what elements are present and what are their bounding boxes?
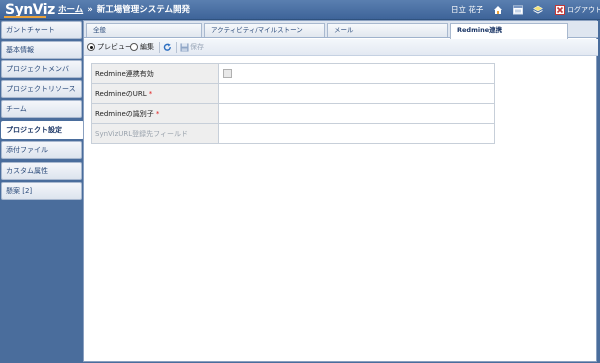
sidebar: ガントチャート 基本情報 プロジェクトメンバ プロジェクトリソース チーム プロ…: [0, 20, 84, 363]
redmine-enabled-cell: [218, 63, 495, 84]
toolbar-divider: [159, 42, 160, 53]
toolbar: プレビュー 編集 保存: [84, 39, 598, 56]
page-title: 新工場管理システム開発: [96, 5, 190, 15]
synviz-url-field-label: SynVizURL登録先フィールド: [91, 123, 219, 144]
app-header: SynViz ホーム» 新工場管理システム開発 日立 花子 ログアウト: [0, 0, 600, 20]
preview-label: プレビュー: [97, 43, 132, 51]
form-row-redmine-identifier: Redmineの識別子 *: [91, 103, 495, 124]
user-name: 日立 花子: [451, 5, 484, 14]
breadcrumb: ホーム » 新工場管理システム開発: [58, 0, 190, 20]
home-icon[interactable]: [493, 5, 503, 15]
redmine-identifier-label-text: Redmineの識別子: [95, 109, 154, 118]
form-row-synviz-url-field: SynVizURL登録先フィールド: [91, 123, 495, 144]
tab-redmine-integration[interactable]: Redmine連携: [450, 23, 568, 39]
form-row-redmine-url: RedmineのURL *: [91, 83, 495, 104]
redmine-url-label: RedmineのURL *: [91, 83, 219, 104]
required-mark: *: [148, 89, 153, 98]
synviz-url-field-value[interactable]: [218, 123, 495, 144]
redmine-identifier-label: Redmineの識別子 *: [91, 103, 219, 124]
sidebar-item-issues[interactable]: 懸案 [2]: [1, 182, 82, 200]
sidebar-item-project-resources[interactable]: プロジェクトリソース: [1, 80, 82, 98]
breadcrumb-home-link[interactable]: ホーム: [58, 5, 83, 15]
redmine-identifier-field[interactable]: [218, 103, 495, 124]
main-panel: 全般 アクティビティ/マイルストーン メール Redmine連携 プレビュー 編…: [83, 20, 598, 362]
redmine-url-field[interactable]: [218, 83, 495, 104]
tab-general[interactable]: 全般: [86, 23, 202, 37]
logo-underline: [4, 16, 46, 18]
breadcrumb-separator: »: [87, 5, 93, 15]
edit-radio[interactable]: [130, 43, 138, 51]
sidebar-item-project-settings[interactable]: プロジェクト設定: [1, 121, 84, 139]
layers-icon[interactable]: [533, 5, 543, 15]
refresh-icon[interactable]: [163, 43, 172, 52]
sidebar-item-custom-attributes[interactable]: カスタム属性: [1, 162, 82, 180]
save-icon[interactable]: [180, 43, 189, 52]
logout-icon[interactable]: [555, 5, 565, 15]
required-mark: *: [155, 109, 160, 118]
edit-label: 編集: [140, 43, 154, 51]
redmine-settings-form: Redmine連携有効 RedmineのURL * Redmineの識別子 * Sy…: [91, 63, 495, 144]
sidebar-item-project-members[interactable]: プロジェクトメンバ: [1, 60, 82, 78]
redmine-enabled-label-text: Redmine連携有効: [95, 69, 154, 78]
redmine-url-label-text: RedmineのURL: [95, 89, 147, 98]
window-icon[interactable]: [513, 5, 523, 15]
tab-activity-milestone[interactable]: アクティビティ/マイルストーン: [204, 23, 325, 37]
sidebar-item-gantt-chart[interactable]: ガントチャート: [1, 21, 82, 39]
preview-radio[interactable]: [87, 43, 95, 51]
tab-mail[interactable]: メール: [327, 23, 448, 37]
tab-bar: 全般 アクティビティ/マイルストーン メール Redmine連携: [84, 21, 598, 39]
redmine-enabled-label: Redmine連携有効: [91, 63, 219, 84]
sidebar-item-team[interactable]: チーム: [1, 100, 82, 118]
toolbar-divider-2: [176, 42, 177, 53]
sidebar-item-attachments[interactable]: 添付ファイル: [1, 141, 82, 159]
logout-link[interactable]: ログアウト: [567, 0, 600, 20]
form-row-redmine-enabled: Redmine連携有効: [91, 63, 495, 84]
sidebar-item-basic-info[interactable]: 基本情報: [1, 41, 82, 59]
synviz-url-field-label-text: SynVizURL登録先フィールド: [95, 129, 189, 138]
redmine-enabled-checkbox[interactable]: [223, 69, 232, 78]
save-label[interactable]: 保存: [190, 39, 204, 56]
